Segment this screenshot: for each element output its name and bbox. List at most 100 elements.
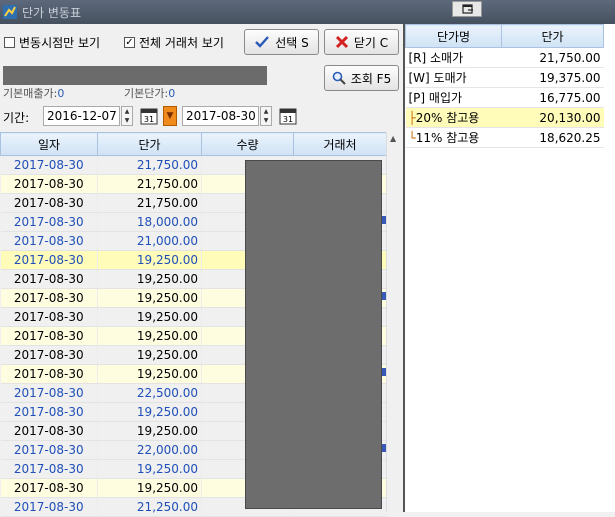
- checkbox-box[interactable]: [4, 37, 15, 48]
- date-cell: 2017-08-30: [0, 402, 98, 422]
- only-change-points-checkbox[interactable]: 변동시점만 보기: [4, 34, 100, 51]
- price-value-cell: 19,375.00: [501, 67, 604, 88]
- price-cell: 21,750.00: [97, 193, 202, 213]
- all-customers-checkbox[interactable]: ✓ 전체 거래처 보기: [124, 34, 224, 51]
- restore-icon: [462, 4, 473, 14]
- date-cell: 2017-08-30: [0, 174, 98, 194]
- search-icon: [332, 71, 346, 85]
- column-header-quantity[interactable]: 수량: [201, 132, 294, 156]
- column-header-price-value[interactable]: 단가: [501, 24, 604, 48]
- date-cell: 2017-08-30: [0, 364, 98, 384]
- period-dropdown-button[interactable]: ▼: [163, 106, 177, 126]
- from-date-spinner[interactable]: ▲ ▼: [121, 106, 133, 126]
- close-icon: [335, 35, 348, 49]
- period-label: 기간:: [3, 111, 30, 125]
- calendar-day: 31: [144, 115, 154, 124]
- only-change-points-label: 변동시점만 보기: [19, 36, 101, 50]
- price-cell: 18,000.00: [97, 212, 202, 232]
- tree-branch-icon: ├: [408, 111, 416, 125]
- from-date-input[interactable]: 2016-12-07: [43, 106, 120, 126]
- base-purchase-value: 0: [168, 87, 176, 100]
- price-type-row[interactable]: [W] 도매가 19,375.00: [405, 67, 604, 88]
- price-name-label: [P] 매입가: [408, 91, 463, 105]
- price-cell: 22,500.00: [97, 383, 202, 403]
- restore-button[interactable]: [452, 1, 482, 17]
- customer-text-fragment: [382, 292, 386, 300]
- base-sales-value: 0: [57, 87, 65, 100]
- price-type-row[interactable]: ├20% 참고용 20,130.00: [405, 107, 604, 128]
- column-header-customer[interactable]: 거래처: [293, 132, 387, 156]
- base-sales-info: 기본매출가:0: [3, 85, 64, 101]
- checkbox-box-checked[interactable]: ✓: [124, 37, 135, 48]
- all-customers-label: 전체 거래처 보기: [139, 36, 224, 50]
- date-cell: 2017-08-30: [0, 250, 98, 270]
- title-bar-right: [403, 0, 615, 24]
- price-name-label: [R] 소매가: [408, 51, 464, 65]
- price-cell: 19,250.00: [97, 459, 202, 479]
- title-bar: 단가 변동표: [0, 0, 403, 24]
- date-cell: 2017-08-30: [0, 231, 98, 251]
- date-cell: 2017-08-30: [0, 288, 98, 308]
- date-cell: 2017-08-30: [0, 497, 98, 517]
- redacted-customer-area: [245, 160, 382, 509]
- window-title: 단가 변동표: [22, 6, 82, 20]
- column-header-price-name[interactable]: 단가명: [405, 24, 502, 48]
- date-cell: 2017-08-30: [0, 269, 98, 289]
- price-type-grid: 단가명 단가 [R] 소매가 21,750.00 [W] 도매가 19,375.00[…: [405, 24, 615, 148]
- column-header-price[interactable]: 단가: [97, 132, 202, 156]
- price-name-label: [W] 도매가: [408, 71, 467, 85]
- tree-branch-icon: └: [408, 131, 416, 145]
- price-value-cell: 20,130.00: [501, 107, 604, 128]
- price-cell: 19,250.00: [97, 345, 202, 365]
- price-type-row[interactable]: [R] 소매가 21,750.00: [405, 47, 604, 68]
- calendar-icon[interactable]: 31: [140, 106, 158, 126]
- price-name-cell: ├20% 참고용: [405, 107, 502, 128]
- date-cell: 2017-08-30: [0, 193, 98, 213]
- customer-text-fragment: [382, 368, 386, 376]
- query-button[interactable]: 조회 F5: [324, 65, 399, 91]
- vertical-scrollbar[interactable]: ▲: [386, 132, 403, 512]
- price-cell: 19,250.00: [97, 307, 202, 327]
- price-cell: 19,250.00: [97, 288, 202, 308]
- price-type-panel: 단가명 단가 [R] 소매가 21,750.00 [W] 도매가 19,375.00[…: [403, 24, 615, 512]
- select-button[interactable]: 선택 S: [244, 29, 319, 55]
- price-type-row[interactable]: [P] 매입가 16,775.00: [405, 87, 604, 108]
- select-button-label: 선택 S: [275, 35, 309, 50]
- date-cell: 2017-08-30: [0, 212, 98, 232]
- base-sales-label: 기본매출가:: [3, 87, 58, 100]
- price-cell: 19,250.00: [97, 364, 202, 384]
- price-cell: 21,000.00: [97, 231, 202, 251]
- price-cell: 21,750.00: [97, 174, 202, 194]
- date-cell: 2017-08-30: [0, 326, 98, 346]
- price-value-cell: 21,750.00: [501, 47, 604, 68]
- price-cell: 21,250.00: [97, 497, 202, 517]
- close-button-label: 닫기 C: [353, 35, 389, 50]
- price-cell: 19,250.00: [97, 250, 202, 270]
- customer-text-fragment: [382, 216, 386, 224]
- to-date-spinner[interactable]: ▲ ▼: [260, 106, 272, 126]
- check-icon: [255, 36, 270, 48]
- date-cell: 2017-08-30: [0, 155, 98, 175]
- close-button[interactable]: 닫기 C: [324, 29, 399, 55]
- price-name-label: 11% 참고용: [415, 131, 480, 145]
- date-cell: 2017-08-30: [0, 383, 98, 403]
- price-cell: 19,250.00: [97, 478, 202, 498]
- price-value-cell: 16,775.00: [501, 87, 604, 108]
- base-purchase-label: 기본단가:: [124, 87, 169, 100]
- price-cell: 21,750.00: [97, 155, 202, 175]
- price-name-cell: └11% 참고용: [405, 127, 502, 148]
- calendar-icon[interactable]: 31: [279, 106, 297, 126]
- column-header-date[interactable]: 일자: [0, 132, 98, 156]
- price-type-row[interactable]: └11% 참고용 18,620.25: [405, 127, 604, 148]
- scroll-up-icon[interactable]: ▲: [390, 134, 396, 143]
- price-name-label: 20% 참고용: [415, 111, 480, 125]
- price-cell: 22,000.00: [97, 440, 202, 460]
- redacted-item-name: [3, 66, 267, 85]
- price-value-cell: 18,620.25: [501, 127, 604, 148]
- date-cell: 2017-08-30: [0, 421, 98, 441]
- query-button-label: 조회 F5: [350, 71, 392, 86]
- price-name-cell: [P] 매입가: [405, 87, 502, 108]
- customer-text-fragment: [382, 444, 386, 452]
- price-cell: 19,250.00: [97, 269, 202, 289]
- to-date-input[interactable]: 2017-08-30: [182, 106, 259, 126]
